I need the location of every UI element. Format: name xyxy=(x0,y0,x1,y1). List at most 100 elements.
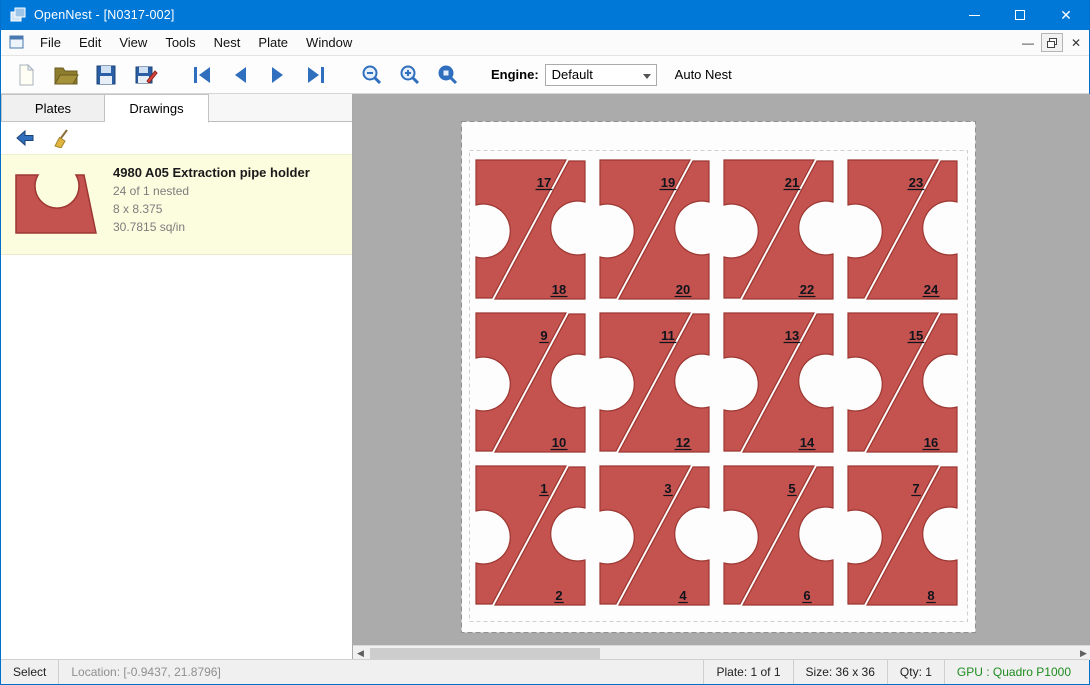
qty-status: Qty: 1 xyxy=(887,660,944,684)
location-status: Location: [-0.9437, 21.8796] xyxy=(59,660,232,684)
engine-label: Engine: xyxy=(491,67,539,82)
part-thumbnail xyxy=(11,163,101,244)
save-as-button[interactable] xyxy=(129,59,163,91)
zoom-fit-icon xyxy=(436,63,460,87)
part-number-bottom: 20 xyxy=(676,282,690,297)
first-plate-button[interactable] xyxy=(185,59,219,91)
size-status: Size: 36 x 36 xyxy=(793,660,887,684)
panel-toolbar xyxy=(1,122,352,154)
save-button[interactable] xyxy=(89,59,123,91)
side-panel: Plates Drawings 49 xyxy=(1,94,353,660)
open-button[interactable] xyxy=(49,59,83,91)
part-number-top: 5 xyxy=(788,481,795,496)
tab-strip: Plates Drawings xyxy=(1,94,352,122)
plate[interactable]: 171819202122232491011121314151612345678 xyxy=(461,121,976,633)
menu-window[interactable]: Window xyxy=(297,31,361,54)
part-number-bottom: 2 xyxy=(555,588,562,603)
part-number-bottom: 6 xyxy=(803,588,810,603)
mdi-minimize-button[interactable]: — xyxy=(1017,33,1039,52)
menu-view[interactable]: View xyxy=(110,31,156,54)
part-number-top: 9 xyxy=(540,328,547,343)
next-plate-button[interactable] xyxy=(261,59,295,91)
tab-plates[interactable]: Plates xyxy=(1,94,105,122)
part-number-bottom: 22 xyxy=(800,282,814,297)
part-area: 30.7815 sq/in xyxy=(113,220,310,234)
menu-plate[interactable]: Plate xyxy=(249,31,297,54)
document-icon xyxy=(9,35,25,50)
gpu-status: GPU : Quadro P1000 xyxy=(944,660,1089,684)
main-toolbar: Engine: Default Auto Nest xyxy=(1,56,1089,94)
tab-drawings[interactable]: Drawings xyxy=(105,94,209,123)
part-number-bottom: 18 xyxy=(552,282,566,297)
maximize-button[interactable] xyxy=(997,0,1043,30)
reload-drawing-button[interactable] xyxy=(11,125,39,151)
part-nested-count: 24 of 1 nested xyxy=(113,184,310,198)
open-folder-icon xyxy=(53,63,79,87)
part-name: 4980 A05 Extraction pipe holder xyxy=(113,165,310,180)
drawing-list-item[interactable]: 4980 A05 Extraction pipe holder 24 of 1 … xyxy=(1,154,352,255)
engine-select[interactable]: Default xyxy=(545,64,657,86)
clear-drawings-button[interactable] xyxy=(47,125,75,151)
part-number-top: 13 xyxy=(785,328,799,343)
part-number-top: 11 xyxy=(661,328,675,343)
minimize-button[interactable] xyxy=(951,0,997,30)
title-bar: OpenNest - [N0317-002] ✕ xyxy=(1,0,1089,30)
mdi-restore-button[interactable] xyxy=(1041,33,1063,52)
zoom-out-button[interactable] xyxy=(355,59,389,91)
part-number-bottom: 8 xyxy=(927,588,934,603)
zoom-in-icon xyxy=(398,63,422,87)
save-icon xyxy=(94,63,118,87)
part-number-bottom: 14 xyxy=(800,435,815,450)
first-arrow-icon xyxy=(190,64,214,86)
chevron-down-icon xyxy=(643,74,651,79)
part-number-top: 7 xyxy=(912,481,919,496)
previous-plate-button[interactable] xyxy=(223,59,257,91)
menu-file[interactable]: File xyxy=(31,31,70,54)
previous-arrow-icon xyxy=(228,64,252,86)
part-number-top: 3 xyxy=(664,481,671,496)
part-number-top: 15 xyxy=(909,328,923,343)
part-number-bottom: 24 xyxy=(924,282,939,297)
menu-nest[interactable]: Nest xyxy=(205,31,250,54)
part-number-top: 21 xyxy=(785,175,799,190)
mode-status: Select xyxy=(1,660,59,684)
save-edit-icon xyxy=(134,63,158,87)
mdi-close-button[interactable]: ✕ xyxy=(1065,33,1087,52)
part-number-top: 1 xyxy=(540,481,547,496)
zoom-fit-button[interactable] xyxy=(431,59,465,91)
next-arrow-icon xyxy=(266,64,290,86)
engine-value: Default xyxy=(552,67,593,82)
auto-nest-button[interactable]: Auto Nest xyxy=(675,67,732,82)
app-window: OpenNest - [N0317-002] ✕ File Edit View … xyxy=(0,0,1090,685)
nest-canvas[interactable]: 171819202122232491011121314151612345678 … xyxy=(353,94,1090,660)
menu-edit[interactable]: Edit xyxy=(70,31,110,54)
last-arrow-icon xyxy=(304,64,328,86)
horizontal-scrollbar[interactable]: ◀ ▶ xyxy=(353,645,1090,660)
new-button[interactable] xyxy=(9,59,43,91)
nest-plate-svg[interactable]: 171819202122232491011121314151612345678 xyxy=(461,121,976,633)
scrollbar-thumb[interactable] xyxy=(370,648,600,659)
part-dimensions: 8 x 8.375 xyxy=(113,202,310,216)
scroll-right-icon[interactable]: ▶ xyxy=(1076,646,1090,660)
status-bar: Select Location: [-0.9437, 21.8796] Plat… xyxy=(1,659,1089,684)
window-title: OpenNest - [N0317-002] xyxy=(34,8,175,22)
app-icon xyxy=(10,7,26,23)
last-plate-button[interactable] xyxy=(299,59,333,91)
part-number-top: 23 xyxy=(909,175,923,190)
part-number-bottom: 10 xyxy=(552,435,566,450)
menu-bar: File Edit View Tools Nest Plate Window —… xyxy=(1,30,1089,56)
scroll-left-icon[interactable]: ◀ xyxy=(353,646,368,660)
part-number-bottom: 4 xyxy=(679,588,687,603)
part-number-top: 19 xyxy=(661,175,675,190)
restore-icon xyxy=(1046,37,1058,49)
close-button[interactable]: ✕ xyxy=(1043,0,1089,30)
part-number-top: 17 xyxy=(537,175,551,190)
plate-status: Plate: 1 of 1 xyxy=(703,660,792,684)
menu-tools[interactable]: Tools xyxy=(156,31,204,54)
part-number-bottom: 16 xyxy=(924,435,938,450)
zoom-in-button[interactable] xyxy=(393,59,427,91)
new-file-icon xyxy=(14,63,38,87)
zoom-out-icon xyxy=(360,63,384,87)
part-number-bottom: 12 xyxy=(676,435,690,450)
back-arrow-icon xyxy=(15,129,35,147)
